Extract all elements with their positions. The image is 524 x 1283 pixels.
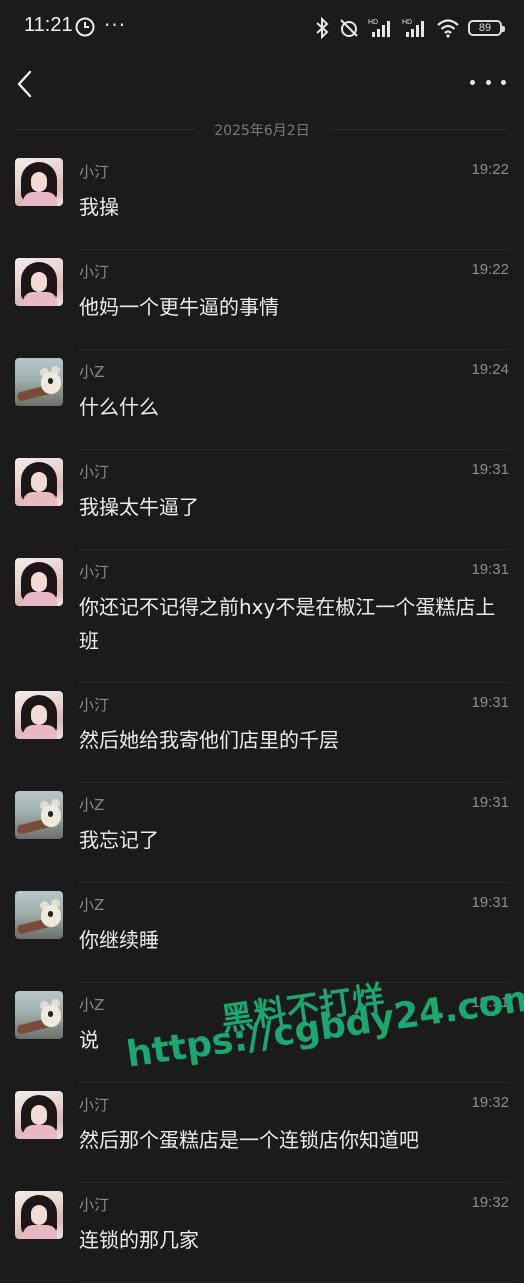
message-text: 他妈一个更牛逼的事情 [79,295,279,319]
status-more-dots: ··· [104,13,127,37]
date-divider: 2025年6月2日 [0,118,524,140]
message-item[interactable]: 小汀 19:32 然后那个蛋糕店是一个连锁店你知道吧 [0,1083,524,1183]
message-time: 19:31 [471,694,509,711]
sender-name: 小汀 [79,463,110,481]
message-time: 19:31 [471,561,509,578]
avatar[interactable] [15,1091,63,1139]
message-item[interactable]: 小Z 19:31 我忘记了 [0,783,524,883]
message-text: 我操 [79,195,119,219]
message-text: 你继续睡 [79,928,159,952]
signal-hd-icon: HD [368,19,390,37]
avatar[interactable] [15,691,63,739]
message-text: 我操太牛逼了 [79,495,199,519]
watermark: 黑料不打烊 https://cgbdy24.com [0,977,524,1095]
message-text: 我忘记了 [79,828,159,852]
svg-text:HD: HD [402,19,412,26]
message-item[interactable]: 小汀 19:22 他妈一个更牛逼的事情 [0,250,524,350]
avatar[interactable] [15,558,63,606]
avatar[interactable] [15,158,63,206]
sender-name: 小汀 [79,563,110,581]
avatar[interactable] [15,791,63,839]
divider-line-right [329,129,509,130]
sender-name: 小汀 [79,263,110,281]
message-time: 19:24 [471,361,509,378]
message-item[interactable]: 小Z 19:24 什么什么 [0,350,524,450]
avatar[interactable] [15,358,63,406]
signal-hd-icon-2: HD [402,19,424,37]
dot-icon [485,79,491,85]
message-item[interactable]: 小汀 19:31 我操太牛逼了 [0,450,524,550]
status-icons: HD HD 89 [314,16,505,40]
wifi-icon [437,19,459,38]
message-item[interactable]: 小汀 19:31 你还记不记得之前hxy不是在椒江一个蛋糕店上班 [0,550,524,683]
message-time: 19:22 [471,261,509,278]
clock-icon [75,17,95,37]
sender-name: 小Z [79,363,105,381]
avatar[interactable] [15,1191,63,1239]
sender-name: 小Z [79,896,105,914]
dot-icon [470,79,475,85]
message-text: 然后那个蛋糕店是一个连锁店你知道吧 [79,1128,419,1152]
message-list[interactable]: 小汀 19:22 我操 小汀 19:22 他妈一个更牛逼的事情 小Z 19:24 什么什么 小汀 1… [0,150,524,1283]
message-item[interactable]: 小汀 19:22 我操 [0,150,524,250]
alarm-off-icon [340,19,358,37]
message-time: 19:31 [471,894,509,911]
status-bar: 11:21 ··· HD HD 89 [0,0,524,56]
sender-name: 小Z [79,796,105,814]
battery-icon: 89 [468,20,505,36]
message-time: 19:31 [471,794,509,811]
sender-name: 小汀 [79,696,110,714]
message-text: 然后她给我寄他们店里的千层 [79,728,339,752]
message-item[interactable]: 小汀 19:31 然后她给我寄他们店里的千层 [0,683,524,783]
message-time: 19:22 [471,161,509,178]
back-button[interactable] [10,66,46,102]
avatar[interactable] [15,258,63,306]
date-label: 2025年6月2日 [214,123,310,139]
status-time: 11:21 [24,14,73,36]
message-item[interactable]: 小汀 19:32 连锁的那几家 [0,1183,524,1283]
bluetooth-icon [316,17,329,39]
svg-text:HD: HD [368,19,378,26]
sender-name: 小汀 [79,1096,110,1114]
more-options-button[interactable] [470,68,506,96]
dot-icon [501,79,506,85]
sender-name: 小汀 [79,1196,110,1214]
avatar[interactable] [15,891,63,939]
message-item[interactable]: 小Z 19:31 你继续睡 [0,883,524,983]
message-text: 什么什么 [79,395,159,419]
message-text: 连锁的那几家 [79,1228,199,1252]
chat-header [0,56,524,112]
avatar[interactable] [15,458,63,506]
message-time: 19:32 [471,1094,509,1111]
sender-name: 小汀 [79,163,110,181]
message-text: 你还记不记得之前hxy不是在椒江一个蛋糕店上班 [79,595,496,653]
message-time: 19:32 [471,1194,509,1211]
message-time: 19:31 [471,461,509,478]
